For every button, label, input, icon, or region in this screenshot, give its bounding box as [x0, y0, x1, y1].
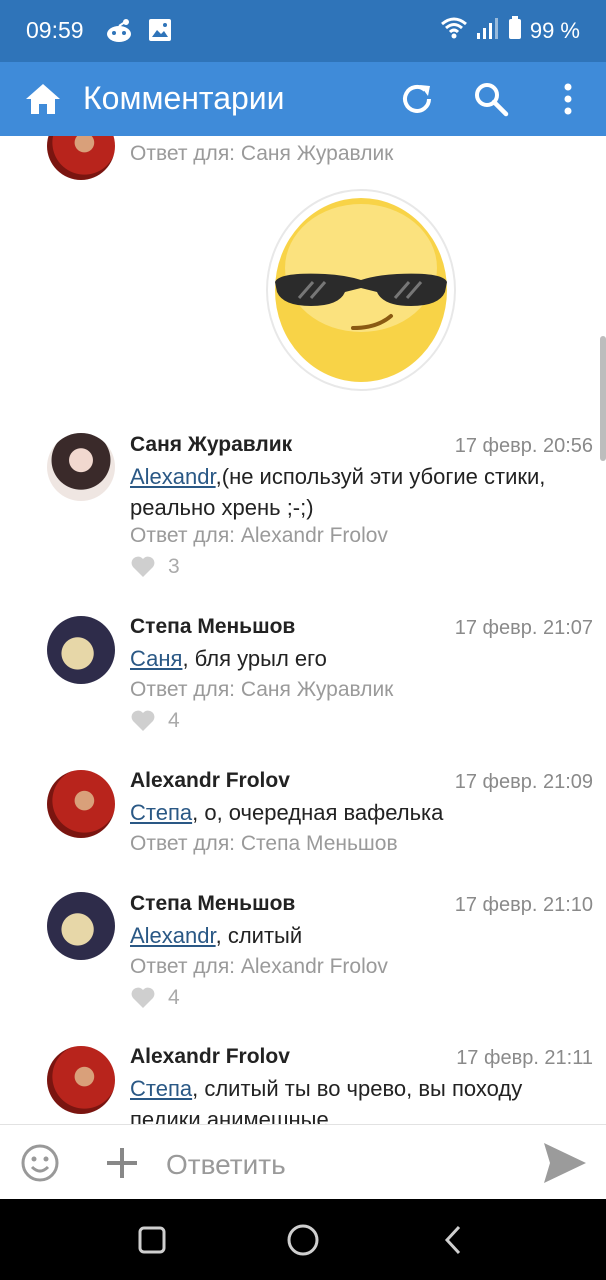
signal-icon	[476, 16, 500, 46]
comment-author[interactable]: Степа Меньшов	[130, 615, 295, 639]
emoji-icon[interactable]	[20, 1143, 60, 1188]
battery-level: 99 %	[529, 18, 580, 43]
like-count: 4	[168, 709, 180, 732]
status-bar: 09:59 99 %	[0, 0, 606, 62]
mention-link[interactable]: Alexandr	[130, 464, 216, 489]
search-icon[interactable]	[472, 80, 510, 118]
status-time: 09:59	[26, 17, 84, 43]
like-button[interactable]: 4	[130, 709, 180, 733]
avatar[interactable]	[47, 433, 115, 501]
comment-author[interactable]: Alexandr Frolov	[130, 1045, 290, 1069]
comments-feed[interactable]: Ответ для: Саня Журавлик Саня Журавлик 1…	[0, 136, 606, 1124]
heart-icon	[131, 710, 155, 731]
reply-to-label[interactable]: Ответ для: Саня Журавлик	[130, 678, 393, 702]
home-nav-icon[interactable]	[286, 1223, 320, 1262]
comment-text: Степа, о, очередная вафелька	[130, 800, 444, 825]
comment-date: 17 февр. 21:10	[454, 894, 593, 916]
sunglasses-smiley-sticker[interactable]	[265, 188, 457, 392]
reply-to-label[interactable]: Ответ для: Alexandr Frolov	[130, 524, 388, 548]
comment-text: Alexandr,(не используй эти убогие стики,…	[130, 464, 546, 520]
like-button[interactable]: 4	[130, 986, 180, 1010]
back-nav-icon[interactable]	[442, 1224, 464, 1261]
system-nav-bar	[0, 1199, 606, 1280]
scrollbar[interactable]	[600, 336, 606, 461]
app-bar: Комментарии	[0, 62, 606, 136]
avatar[interactable]	[47, 770, 115, 838]
mention-link[interactable]: Саня	[130, 646, 182, 671]
heart-icon	[131, 556, 155, 577]
comment-date: 17 февр. 21:07	[454, 617, 593, 639]
heart-icon	[131, 987, 155, 1008]
mention-link[interactable]: Alexandr	[130, 923, 216, 948]
reply-to-label: Ответ для: Саня Журавлик	[130, 142, 394, 165]
avatar[interactable]	[47, 1046, 115, 1114]
comment-author[interactable]: Степа Меньшов	[130, 892, 295, 916]
reply-compose-bar: Ответить	[0, 1124, 606, 1200]
more-vert-icon[interactable]	[549, 80, 587, 118]
avatar[interactable]	[47, 892, 115, 960]
comment-author[interactable]: Саня Журавлик	[130, 433, 292, 457]
comment-date: 17 февр. 21:11	[456, 1047, 593, 1069]
comment-text: Саня, бля урыл его	[130, 646, 327, 671]
refresh-icon[interactable]	[398, 80, 436, 118]
avatar[interactable]	[47, 616, 115, 684]
battery-icon	[508, 16, 522, 46]
wifi-icon	[440, 16, 468, 46]
send-icon[interactable]	[542, 1141, 588, 1190]
comment-date: 17 февр. 20:56	[454, 435, 593, 457]
reddit-notification-icon	[104, 16, 134, 51]
page-title: Комментарии	[83, 80, 285, 116]
mention-link[interactable]: Степа	[130, 1076, 192, 1101]
status-right: 99 %	[440, 16, 580, 46]
reply-to-label[interactable]: Ответ для: Alexandr Frolov	[130, 955, 388, 979]
reply-to-label[interactable]: Ответ для: Степа Меньшов	[130, 832, 398, 856]
like-button[interactable]: 3	[130, 555, 180, 579]
reply-input[interactable]: Ответить	[166, 1149, 286, 1181]
like-count: 4	[168, 986, 180, 1009]
home-icon[interactable]	[24, 80, 62, 118]
comment-text: Степа, слитый ты во чрево, вы походу пед…	[130, 1076, 523, 1124]
avatar[interactable]	[47, 136, 115, 180]
like-count: 3	[168, 555, 180, 578]
comment-text: Alexandr, слитый	[130, 923, 303, 948]
gallery-notification-icon	[146, 16, 174, 49]
attach-plus-icon[interactable]	[104, 1145, 140, 1186]
recent-apps-icon[interactable]	[138, 1226, 166, 1259]
mention-link[interactable]: Степа	[130, 800, 192, 825]
comment-date: 17 февр. 21:09	[454, 771, 593, 793]
comment-author[interactable]: Alexandr Frolov	[130, 769, 290, 793]
